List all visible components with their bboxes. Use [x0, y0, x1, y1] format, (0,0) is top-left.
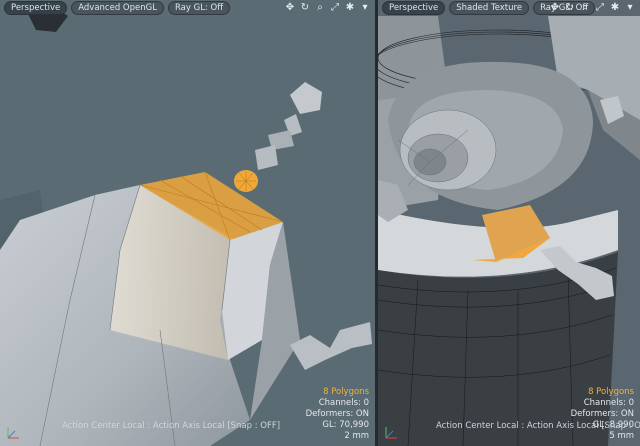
left-tab-perspective[interactable]: Perspective: [4, 1, 68, 15]
right-3d-scene[interactable]: [378, 0, 640, 446]
left-3d-scene[interactable]: [0, 0, 375, 446]
channels-count: Channels: 0: [318, 398, 369, 408]
left-viewport[interactable]: Perspective Advanced OpenGL Ray GL: Off …: [0, 0, 375, 446]
action-center-status: Action Center Local : Action Axis Local …: [436, 421, 640, 431]
right-tab-perspective[interactable]: Perspective: [382, 1, 446, 15]
selected-handle-object[interactable]: [234, 82, 322, 192]
deformers-status: Deformers: ON: [570, 409, 634, 419]
rotate-view-icon[interactable]: ↻: [299, 2, 311, 14]
left-tab-ray-gl[interactable]: Ray GL: Off: [167, 1, 231, 15]
right-viewport-stats: 8 Polygons Channels: 0 Deformers: ON GL:…: [571, 387, 634, 442]
deformers-status: Deformers: ON: [305, 409, 369, 419]
grid-scale: 2 mm: [344, 431, 369, 441]
grid-scale: 5 mm: [609, 431, 634, 441]
move-view-icon[interactable]: ✥: [549, 2, 561, 14]
left-tab-render-mode[interactable]: Advanced OpenGL: [71, 1, 164, 15]
left-viewport-tools: ✥ ↻ ⌕ ⤢ ✱ ▾: [284, 1, 371, 15]
expand-icon[interactable]: ▾: [359, 2, 371, 14]
zoom-view-icon[interactable]: ⌕: [314, 2, 326, 14]
zoom-view-icon[interactable]: ⌕: [579, 2, 591, 14]
left-viewport-stats: 8 Polygons Channels: 0 Deformers: ON GL:…: [306, 387, 369, 442]
gl-count: GL: 70,990: [322, 420, 369, 430]
polygon-count: 8 Polygons: [323, 387, 369, 397]
settings-icon[interactable]: ✱: [344, 2, 356, 14]
expand-icon[interactable]: ▾: [624, 2, 636, 14]
rotate-view-icon[interactable]: ↻: [564, 2, 576, 14]
right-viewport[interactable]: Perspective Shaded Texture Ray GL: Off ✥…: [378, 0, 640, 446]
axis-gizmo-icon: [7, 427, 19, 439]
move-view-icon[interactable]: ✥: [284, 2, 296, 14]
action-center-status: Action Center Local : Action Axis Local …: [62, 421, 281, 431]
axis-gizmo-icon: [385, 427, 397, 439]
polygon-count: 8 Polygons: [588, 387, 634, 397]
channels-count: Channels: 0: [583, 398, 634, 408]
fit-view-icon[interactable]: ⤢: [594, 2, 606, 14]
fit-view-icon[interactable]: ⤢: [329, 2, 341, 14]
settings-icon[interactable]: ✱: [609, 2, 621, 14]
right-viewport-tools: ✥ ↻ ⌕ ⤢ ✱ ▾: [549, 1, 636, 15]
right-tab-render-mode[interactable]: Shaded Texture: [449, 1, 530, 15]
